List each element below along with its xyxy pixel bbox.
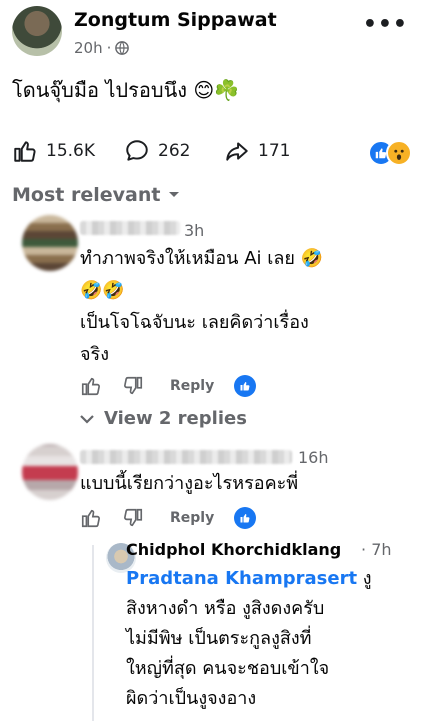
comment-text: แบบนี้เรียกว่างูอะไรหรอคะพี่ [80,468,298,500]
chevron-down-icon [80,414,94,424]
comment-text: ทำภาพจริงให้เหมือน Ai เลย 🤣 🤣🤣 เป็นโจโฉจ… [80,243,323,371]
wow-reaction-icon [386,140,412,166]
caret-down-icon [169,192,180,197]
author-avatar[interactable] [12,6,62,56]
comment-item: 3h ทำภาพจริงให้เหมือน Ai เลย 🤣 🤣🤣 เป็นโจ… [0,205,424,405]
share-action[interactable]: 171 [224,138,290,164]
reply-button[interactable]: Reply [170,510,214,526]
sort-label: Most relevant [12,184,161,206]
commenter-avatar[interactable] [22,215,78,271]
like-outline-icon[interactable] [80,507,102,529]
reply-line-rest: งู [357,568,372,589]
reply-line: ใหญ่ที่สุด คนจะชอบเข้าใจ [126,658,330,679]
view-replies-label: View 2 replies [104,408,247,429]
commenter-avatar[interactable] [22,444,78,500]
dislike-outline-icon[interactable] [122,507,144,529]
comment-bubble-icon [126,140,148,161]
post-time[interactable]: 20h [74,39,103,57]
dislike-outline-icon[interactable] [122,375,144,397]
share-arrow-icon [226,142,248,161]
reply-author-name[interactable]: Chidphol Khorchidklang [126,540,341,559]
post-actions: 15.6K 262 171 [12,138,412,170]
post-text: โดนจุ๊บมือ ไปรอบนึง 😊☘️ [12,78,240,102]
reply-author-text: Chidphol Khorchidklang [126,540,342,559]
post-header: Zongtum Sippawat 20h · ••• [12,6,412,58]
reply-line: ผิดว่าเป็นงูจงอาง [126,688,257,709]
reply-separator: · [361,540,367,559]
reply-text: Pradtana Khamprasert งู สิงหางดำ หรือ งู… [126,564,412,714]
comment-line: เป็นโจโฉจับนะ เลยคิดว่าเรื่อง [80,312,309,333]
meta-separator: · [106,39,112,57]
more-options-button[interactable]: ••• [363,12,408,37]
comment-time: 3h [184,221,205,240]
reply-time: · 7h [361,540,392,559]
reply-line: ไม่มีพิษ เป็นตระกูลงูสิงที่ [126,628,312,649]
comment-item: 16h แบบนี้เรียกว่างูอะไรหรอคะพี่ Reply [0,440,424,540]
share-count: 171 [258,141,291,161]
reply-line: Pradtana Khamprasert งู [126,564,412,594]
view-replies-button[interactable]: View 2 replies [80,408,247,429]
comment-time: 16h [298,448,329,467]
comment-line: ทำภาพจริงให้เหมือน Ai เลย 🤣 [80,248,324,269]
reply-button[interactable]: Reply [170,378,214,394]
comment-line: 🤣🤣 [80,280,125,301]
commenter-name-blurred[interactable] [80,450,292,464]
comment-action[interactable]: 262 [124,138,190,164]
comment-line: แบบนี้เรียกว่างูอะไรหรอคะพี่ [80,473,299,494]
comment-actions: Reply [80,507,257,529]
post-meta: 20h · [74,39,130,57]
commenter-name-blurred[interactable] [80,221,180,235]
like-outline-icon[interactable] [80,375,102,397]
reply-line: สิงหางดำ หรือ งูสิงดงครับ [126,598,325,619]
reply-thread-line [92,545,94,721]
comment-count: 262 [158,141,191,161]
comment-actions: Reply [80,375,257,397]
mention-link[interactable]: Pradtana Khamprasert [126,568,357,589]
reaction-summary[interactable] [368,140,412,168]
author-name[interactable]: Zongtum Sippawat [74,9,277,31]
globe-icon [115,41,130,55]
like-count: 15.6K [46,141,95,161]
like-action[interactable]: 15.6K [12,138,95,164]
reply-time-text: 7h [371,540,392,559]
like-badge-icon[interactable] [234,375,257,397]
thumbs-up-icon [14,141,36,162]
like-badge-icon[interactable] [234,507,257,529]
comment-line: จริง [80,344,110,365]
comment-sort-dropdown[interactable]: Most relevant [12,184,180,206]
